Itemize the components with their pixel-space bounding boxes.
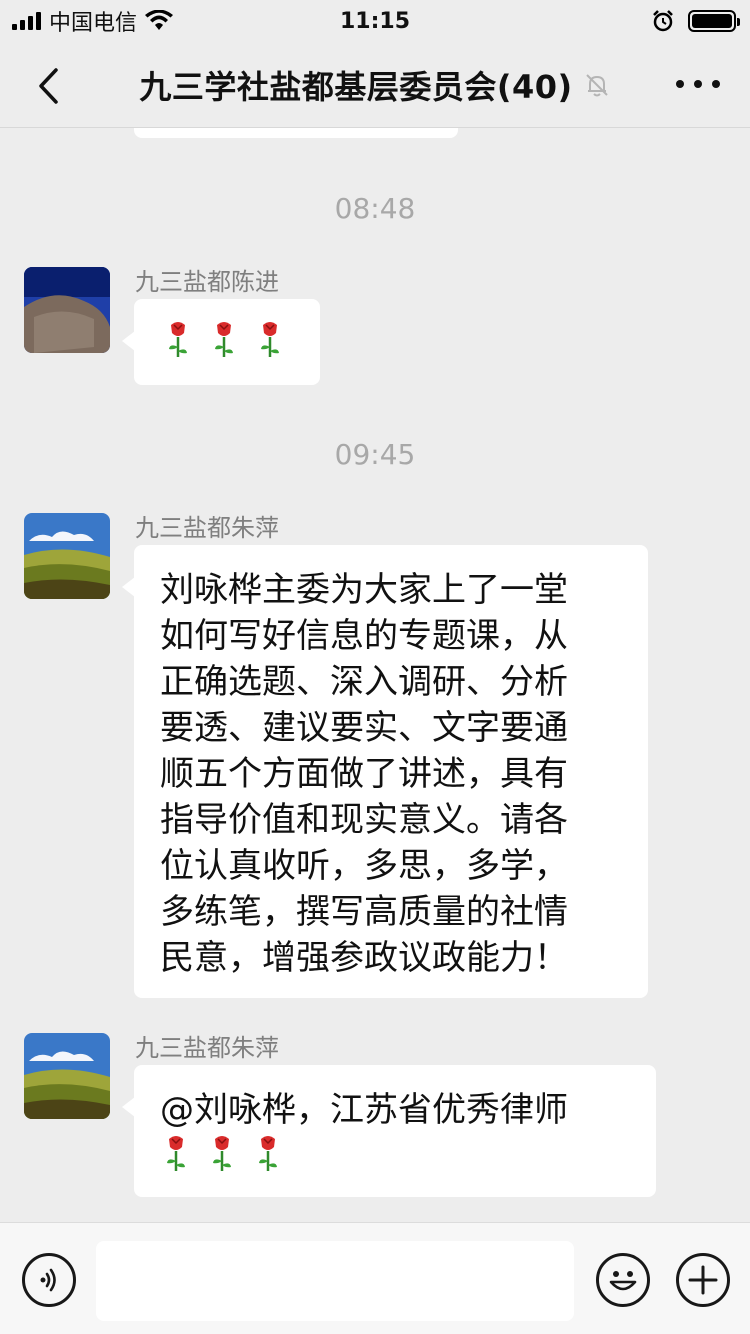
voice-icon: [40, 1268, 56, 1292]
plus-icon: [688, 1265, 718, 1295]
rose-emoji: [259, 1136, 277, 1171]
wifi-icon: [145, 10, 174, 30]
avatar[interactable]: [24, 267, 110, 353]
avatar[interactable]: [24, 513, 110, 599]
message-line: 民意，增强参政议政能力！: [160, 938, 568, 978]
rose-emoji: [213, 1136, 231, 1171]
chat-area[interactable]: 08:48 九三盐都陈进 09:45 九三盐都朱萍 刘咏桦主委为大家上了一堂 如…: [0, 128, 750, 1222]
page-title: 九三学社盐都基层委员会(40): [139, 67, 573, 106]
back-button[interactable]: [28, 64, 68, 108]
voice-button[interactable]: [22, 1253, 76, 1307]
more-button[interactable]: [676, 72, 720, 96]
message-line: 顺五个方面做了讲述，具有: [160, 754, 568, 794]
signal-icon: [12, 12, 41, 30]
message-text: @刘咏桦，江苏省优秀律师: [160, 1090, 568, 1130]
message-line: 位认真收听，多思，多学，: [160, 846, 568, 886]
sender-name: 九三盐都陈进: [135, 268, 279, 296]
carrier-label: 中国电信: [49, 11, 138, 36]
message-input[interactable]: [96, 1241, 574, 1321]
rose-emoji: [167, 1136, 185, 1171]
status-left: 中国电信: [12, 5, 174, 37]
message-line: 多练笔，撰写高质量的社情: [160, 892, 568, 932]
message-line: 指导价值和现实意义。请各: [160, 800, 568, 840]
plus-button[interactable]: [676, 1253, 730, 1307]
message-bubble[interactable]: [122, 299, 320, 385]
message-line: 刘咏桦主委为大家上了一堂: [160, 570, 568, 610]
input-bar: [0, 1222, 750, 1334]
alarm-icon: [653, 10, 673, 32]
bell-muted-icon: [585, 73, 608, 96]
chevron-left-icon: [39, 68, 58, 104]
battery-icon: [688, 10, 740, 32]
emoji-row: [160, 1133, 630, 1173]
more-icon: [676, 80, 684, 88]
rose-emoji: [169, 322, 187, 357]
message-line: 正确选题、深入调研、分析: [160, 662, 568, 702]
previous-message-bubble[interactable]: [134, 128, 458, 138]
message-line: 要透、建议要实、文字要通: [160, 708, 568, 748]
status-right: [652, 10, 740, 32]
timestamp: 08:48: [334, 192, 416, 225]
rose-emoji: [215, 322, 233, 357]
avatar[interactable]: [24, 1033, 110, 1119]
emoji-icon: [609, 1271, 637, 1291]
sender-name: 九三盐都朱萍: [135, 514, 279, 542]
emoji-button[interactable]: [596, 1253, 650, 1307]
nav-bar: 九三学社盐都基层委员会(40): [0, 42, 750, 128]
message-line: 如何写好信息的专题课，从: [160, 616, 568, 656]
status-bar: 中国电信 11:15: [0, 0, 750, 42]
sender-name: 九三盐都朱萍: [135, 1034, 279, 1062]
emoji-row: [162, 319, 292, 359]
message-bubble[interactable]: 刘咏桦主委为大家上了一堂 如何写好信息的专题课，从 正确选题、深入调研、分析 要…: [122, 545, 648, 998]
timestamp: 09:45: [334, 438, 416, 471]
rose-emoji: [261, 322, 279, 357]
message-bubble[interactable]: @刘咏桦，江苏省优秀律师: [122, 1065, 656, 1197]
